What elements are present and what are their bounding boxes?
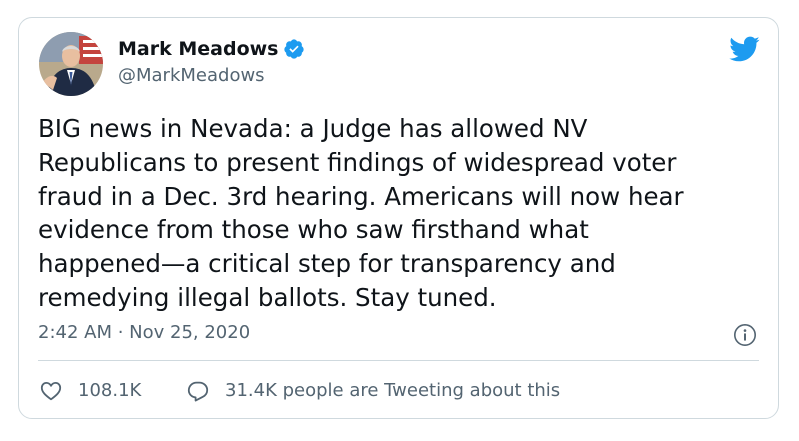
author-display-name[interactable]: Mark Meadows bbox=[118, 37, 278, 61]
speech-bubble-icon bbox=[186, 379, 210, 403]
like-button[interactable]: 108.1K bbox=[39, 378, 141, 404]
verified-badge-icon bbox=[283, 38, 305, 60]
author-name-row[interactable]: Mark Meadows bbox=[118, 37, 305, 61]
tweet-timestamp[interactable]: 2:42 AM · Nov 25, 2020 bbox=[38, 321, 250, 345]
twitter-bird-icon[interactable] bbox=[728, 35, 760, 63]
reply-button[interactable]: 31.4K people are Tweeting about this bbox=[186, 378, 560, 404]
tweet-card: Mark Meadows @MarkMeadows BIG news in Ne… bbox=[18, 17, 779, 419]
avatar[interactable] bbox=[39, 32, 103, 96]
like-count: 108.1K bbox=[78, 380, 142, 401]
heart-icon bbox=[39, 379, 63, 403]
divider bbox=[38, 360, 759, 361]
tweet-text: BIG news in Nevada: a Judge has allowed … bbox=[38, 114, 684, 312]
info-icon[interactable] bbox=[733, 323, 757, 347]
author-handle[interactable]: @MarkMeadows bbox=[118, 65, 265, 87]
reply-label: 31.4K people are Tweeting about this bbox=[225, 380, 561, 401]
